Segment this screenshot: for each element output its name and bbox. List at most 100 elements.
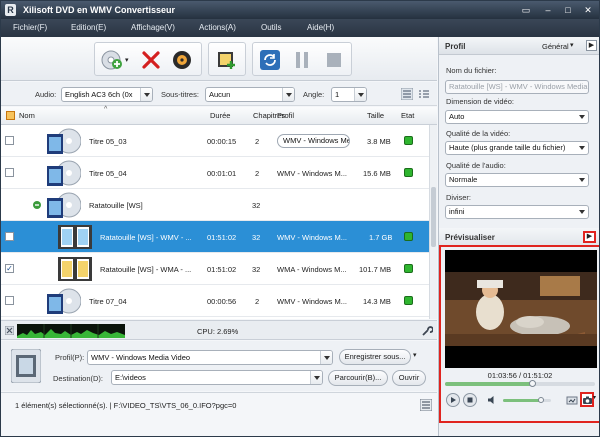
menu-help[interactable]: Aide(H) [307,23,334,32]
remove-icon[interactable] [140,49,162,71]
cpu-bar: CPU: 2.69% [1,320,437,340]
column-profile[interactable]: Profil [277,111,294,120]
minimize-mini-icon[interactable]: ▭ [519,4,533,16]
row-checkbox[interactable] [5,232,14,241]
profile-select-value: WMV - Windows Media Video [91,353,191,362]
close-button[interactable]: ✕ [581,4,595,16]
convert-icon[interactable] [259,49,281,71]
stop-icon[interactable] [323,49,345,71]
open-button[interactable]: Ouvrir [392,370,426,386]
audio-select-value: English AC3 6ch (0x [65,90,133,99]
chevron-down-icon [140,88,152,101]
select-all-checkbox[interactable] [6,111,15,120]
seek-bar-handle[interactable] [529,380,536,387]
toolbar-group-clip [208,42,246,76]
video-frame [445,250,597,368]
save-as-dropdown-icon[interactable]: ▾ [413,351,417,359]
list-view-icon[interactable] [401,88,413,100]
filename-input[interactable]: Ratatouille [WS] - WMV - Windows Media [445,80,589,94]
seek-bar[interactable] [445,380,595,387]
row-duration: 00:00:56 [207,297,237,306]
row-name: Titre 07_04 [89,297,127,306]
volume-slider[interactable] [503,397,551,403]
snapshot-button[interactable] [580,392,594,407]
detail-view-icon[interactable] [418,88,430,100]
split-select[interactable]: infini [445,205,589,219]
profile-select[interactable]: WMV - Windows Media Video [87,350,333,365]
menu-actions[interactable]: Actions(A) [199,23,236,32]
chevron-down-icon [354,88,366,101]
row-checkbox[interactable] [5,136,14,145]
angle-select[interactable]: 1 [331,87,367,102]
video-quality-select[interactable]: Haute (plus grande taille du fichier) [445,141,589,155]
play-icon[interactable] [446,393,460,407]
menu-file[interactable]: Fichier(F) [13,23,47,32]
row-duration: 00:01:01 [207,169,237,178]
seek-bar-fill [445,382,532,386]
app-window: R Xilisoft DVD en WMV Convertisseur ▭ – … [0,0,600,437]
menu-view[interactable]: Affichage(V) [131,23,175,32]
audio-quality-value: Normale [449,175,478,184]
column-state[interactable]: Etat [401,111,414,120]
panel-expand-button[interactable]: ▶ [586,40,597,51]
angle-select-value: 1 [335,90,340,99]
list-item-selected[interactable]: Ratatouille [WS] - WMV - ... 01:51:02 32… [1,221,429,253]
destination-input[interactable]: E:\videos [111,370,323,385]
row-size: 3.8 MB [367,137,391,146]
video-size-value: Auto [449,112,465,121]
browse-button[interactable]: Parcourir(B)... [328,370,388,386]
subtitles-select[interactable]: Aucun [205,87,295,102]
disc-info-icon[interactable] [171,49,193,71]
add-output-icon[interactable] [216,49,238,71]
row-checkbox[interactable] [5,296,14,305]
minimize-button[interactable]: – [541,4,555,16]
list-item[interactable]: ✓ Ratatouille [WS] - WMA - ... 01:51:02 … [1,253,429,285]
list-item[interactable]: Titre 05_04 00:01:01 2 WMV - Windows M..… [1,157,429,189]
audio-select[interactable]: English AC3 6ch (0x [61,87,153,102]
list-item[interactable]: Titre 05_03 00:00:15 2 WMV - Windows Med… [1,125,429,157]
save-as-button[interactable]: Enregistrer sous... [339,349,411,365]
split-value: infini [449,207,465,216]
list-header: Nom ^ Durée Chapitres Profil Taille Etat [1,106,437,125]
audio-quality-select[interactable]: Normale [445,173,589,187]
sort-arrow-icon: ^ [104,106,108,113]
column-name[interactable]: Nom [19,111,35,120]
collapse-icon[interactable] [33,201,41,209]
scrollbar-thumb[interactable] [431,187,436,247]
filename-label: Nom du fichier: [446,66,497,75]
volume-slider-handle[interactable] [538,397,545,403]
row-profile-select[interactable]: WMV - Windows Media [277,134,350,148]
volume-icon[interactable] [487,395,497,405]
row-checkbox-checked[interactable]: ✓ [5,264,14,273]
list-group-item[interactable]: Ratatouille [WS] 32 [1,189,429,221]
snapshot-folder-icon[interactable] [566,394,578,406]
wrench-icon[interactable] [421,325,433,337]
chevron-down-icon [576,142,588,154]
maximize-button[interactable]: □ [561,4,575,16]
list-item[interactable]: Titre 07_04 00:00:56 2 WMV - Windows M..… [1,285,429,317]
row-name: Titre 05_04 [89,169,127,178]
row-name: Titre 05_03 [89,137,127,146]
row-duration: 01:51:02 [207,265,237,274]
column-size[interactable]: Taille [367,111,384,120]
row-name: Ratatouille [WS] [89,201,143,210]
add-disc-icon[interactable] [101,49,123,71]
destination-label: Destination(D): [53,374,104,383]
snapshot-dropdown-icon[interactable]: ▾ [593,394,596,401]
clear-log-icon[interactable] [5,326,14,335]
stop-playback-icon[interactable] [463,393,477,407]
video-size-select[interactable]: Auto [445,110,589,124]
log-icon[interactable] [420,399,432,411]
menu-tools[interactable]: Outils [261,23,281,32]
add-dropdown-arrow-icon[interactable]: ▾ [125,56,129,64]
column-duration[interactable]: Durée [210,111,230,120]
row-profile: WMV - Windows M... [277,233,348,242]
row-checkbox[interactable] [5,168,14,177]
list-scrollbar[interactable] [429,125,437,319]
preview-expand-button[interactable]: ▶ [583,231,596,243]
panel-mode-dropdown-icon[interactable]: ▾ [570,41,574,49]
menu-edit[interactable]: Edition(E) [71,23,106,32]
panel-mode-select[interactable]: Général [542,42,569,51]
state-ok-icon [404,264,413,273]
pause-icon[interactable] [291,49,313,71]
